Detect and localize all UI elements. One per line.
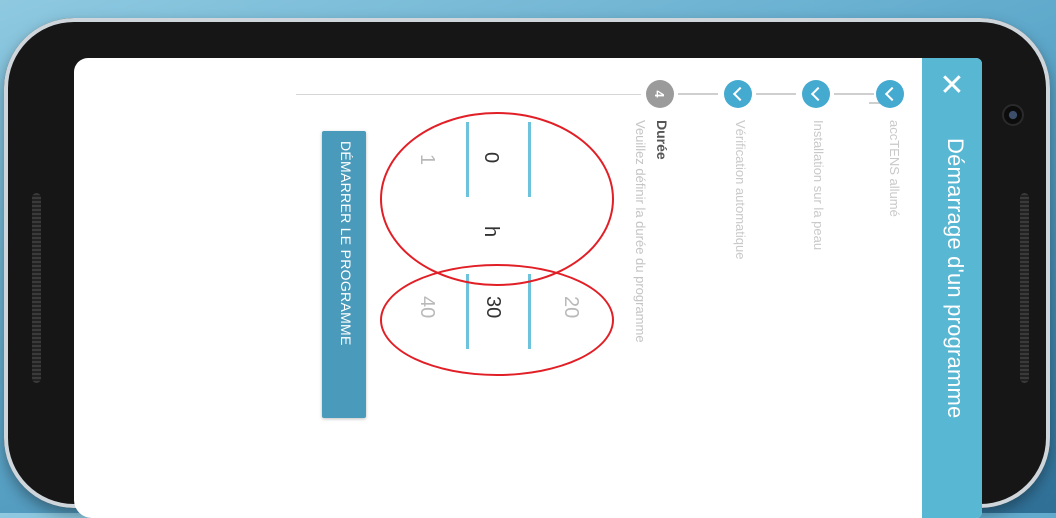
step-connector [756,93,796,95]
step-2-label: Installation sur la peau [811,120,826,251]
close-icon[interactable]: ✕ [936,70,968,102]
start-program-button[interactable]: DÉMARRER LE PROGRAMME [322,131,366,418]
step-4-description: Veuillez définir la durée du programme [633,120,648,343]
annotation-circle-hours [380,112,614,286]
step-1-label: accTENS allumé [887,120,902,217]
phone-frame: ✕ Démarrage d'un programme accTENS allum… [4,18,1050,518]
step-connector [678,93,718,95]
step-3-check-icon [724,80,752,108]
stepper-divider [296,94,641,95]
annotation-circle-minutes [380,264,614,376]
camera-icon [1002,104,1024,126]
app-screen: ✕ Démarrage d'un programme accTENS allum… [74,58,982,518]
step-1-check-icon [876,80,904,108]
step-connector [834,93,874,95]
speaker-grille-left [32,193,41,383]
app-bar: ✕ Démarrage d'un programme [922,58,982,518]
step-4-label: Durée [654,120,670,160]
speaker-grille-right [1020,193,1029,383]
step-4-number: 4 [646,80,674,108]
step-2-check-icon [802,80,830,108]
step-3-label: Vérification automatique [733,120,748,260]
start-program-label: DÉMARRER LE PROGRAMME [338,141,354,346]
page-title: Démarrage d'un programme [943,138,968,419]
